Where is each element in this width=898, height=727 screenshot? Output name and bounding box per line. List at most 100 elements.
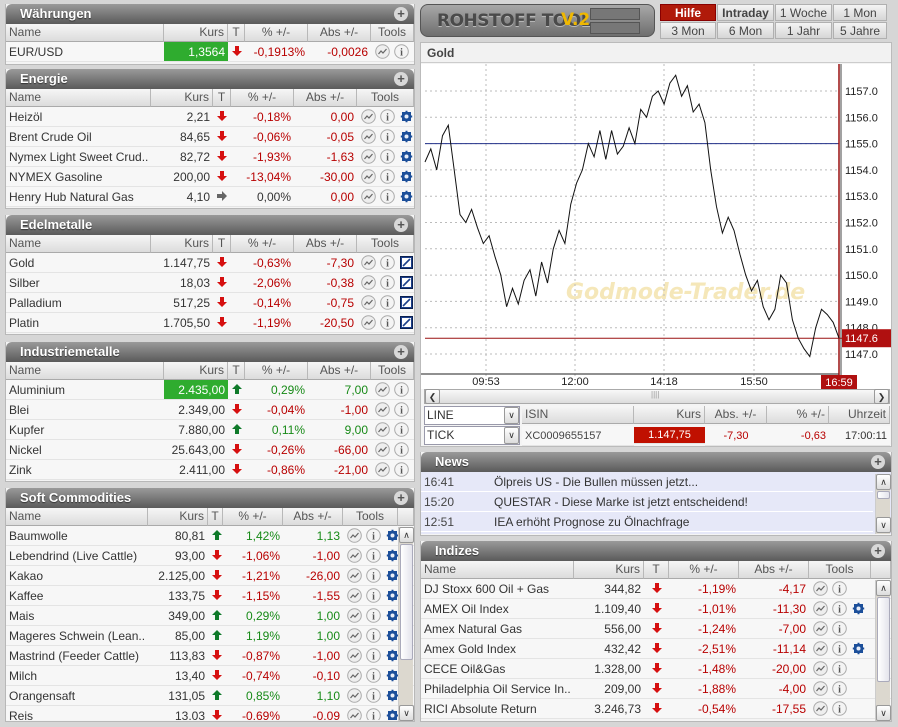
col-trend[interactable]: T xyxy=(228,362,245,380)
col-kurs[interactable]: Kurs xyxy=(574,561,644,579)
info-icon[interactable]: i xyxy=(366,648,381,663)
table-row[interactable]: AMEX Oil Index 1.109,40 -1,01% -11,30 i xyxy=(421,599,891,619)
settings-icon[interactable] xyxy=(399,149,414,164)
col-tools[interactable]: Tools xyxy=(371,24,414,42)
help-button[interactable]: Hilfe xyxy=(660,4,716,21)
col-name[interactable]: Name xyxy=(6,89,151,107)
col-trend[interactable]: T xyxy=(213,89,231,107)
chart-icon[interactable] xyxy=(347,668,362,683)
expand-plus-icon[interactable]: + xyxy=(394,345,408,359)
chart-icon[interactable] xyxy=(375,422,390,437)
scroll-up-button[interactable]: ∧ xyxy=(399,527,414,543)
settings-icon[interactable] xyxy=(851,601,866,616)
range-1-jahr-button[interactable]: 1 Jahr xyxy=(775,22,832,39)
vertical-scrollbar[interactable]: ∧ ∨ xyxy=(398,527,414,721)
expand-plus-icon[interactable]: + xyxy=(394,491,408,505)
chart-icon[interactable] xyxy=(813,601,828,616)
chart-icon[interactable] xyxy=(347,588,362,603)
table-row[interactable]: Zink 2.411,00 -0,86% -21,00 i xyxy=(6,460,414,480)
chart-icon[interactable] xyxy=(347,528,362,543)
table-row[interactable]: Amex Natural Gas 556,00 -1,24% -7,00 i xyxy=(421,619,891,639)
chart-icon[interactable] xyxy=(375,44,390,59)
chart-icon[interactable] xyxy=(347,648,362,663)
col-name[interactable]: Name xyxy=(421,561,574,579)
chart-icon[interactable] xyxy=(375,382,390,397)
col-kurs[interactable]: Kurs xyxy=(151,235,213,253)
news-item[interactable]: 16:41 Ölpreis US - Die Bullen müssen jetz… xyxy=(421,472,873,492)
col-kurs[interactable]: Kurs xyxy=(164,362,228,380)
news-headline[interactable]: IEA erhöht Prognose zu Ölnachfrage xyxy=(494,512,689,532)
info-icon[interactable]: i xyxy=(394,44,409,59)
col-pct[interactable]: % +/- xyxy=(245,362,308,380)
scroll-down-button[interactable]: ∨ xyxy=(876,517,891,533)
info-icon[interactable]: i xyxy=(366,628,381,643)
info-icon[interactable]: i xyxy=(366,688,381,703)
info-icon[interactable]: i xyxy=(832,601,847,616)
table-row[interactable]: Mais 349,00 0,29% 1,00 i xyxy=(6,606,414,626)
col-trend[interactable]: T xyxy=(228,24,245,42)
table-row[interactable]: RICI Absolute Return 3.246,73 -0,54% -17,55… xyxy=(421,699,891,719)
col-pct[interactable]: % +/- xyxy=(231,235,294,253)
info-icon[interactable]: i xyxy=(366,708,381,720)
price-chart[interactable]: Godmode-Trader.de1147.01148.01149.01150.… xyxy=(421,64,891,389)
info-icon[interactable]: i xyxy=(380,169,395,184)
table-row[interactable]: Blei 2.349,00 -0,04% -1,00 i xyxy=(6,400,414,420)
col-abs[interactable]: Abs +/- xyxy=(283,508,343,526)
info-icon[interactable]: i xyxy=(366,568,381,583)
settings-icon[interactable] xyxy=(385,548,398,563)
table-row[interactable]: Milch 13,40 -0,74% -0,10 i xyxy=(6,666,414,686)
table-row[interactable]: DJ Stoxx 600 Oil + Gas 344,82 -1,19% -4,17 i xyxy=(421,579,891,599)
info-icon[interactable]: i xyxy=(832,581,847,596)
table-row[interactable]: Kupfer 7.880,00 0,11% 9,00 i xyxy=(6,420,414,440)
chart-icon[interactable] xyxy=(813,701,828,716)
chart-icon[interactable] xyxy=(361,275,376,290)
info-icon[interactable]: i xyxy=(380,275,395,290)
expand-plus-icon[interactable]: + xyxy=(394,7,408,21)
col-tools[interactable]: Tools xyxy=(343,508,398,526)
chart-icon[interactable] xyxy=(361,315,376,330)
settings-icon[interactable] xyxy=(851,641,866,656)
col-pct[interactable]: % +/- xyxy=(245,24,308,42)
range-3-mon-button[interactable]: 3 Mon xyxy=(660,22,716,39)
info-icon[interactable]: i xyxy=(832,621,847,636)
info-icon[interactable]: i xyxy=(366,548,381,563)
settings-icon[interactable] xyxy=(399,109,414,124)
chart-icon[interactable] xyxy=(361,255,376,270)
edit-icon[interactable] xyxy=(399,295,414,310)
edit-icon[interactable] xyxy=(399,255,414,270)
chevron-down-icon[interactable]: ∨ xyxy=(504,407,519,424)
settings-icon[interactable] xyxy=(385,708,398,720)
chart-icon[interactable] xyxy=(813,681,828,696)
range-5-jahre-button[interactable]: 5 Jahre xyxy=(833,22,887,39)
table-row[interactable]: Philadelphia Oil Service In.. 209,00 -1,88… xyxy=(421,679,891,699)
expand-plus-icon[interactable]: + xyxy=(394,218,408,232)
col-tools[interactable]: Tools xyxy=(371,362,414,380)
info-icon[interactable]: i xyxy=(366,608,381,623)
chart-icon[interactable] xyxy=(813,621,828,636)
settings-icon[interactable] xyxy=(385,688,398,703)
scroll-down-button[interactable]: ∨ xyxy=(876,705,891,721)
table-row[interactable]: Mastrind (Feeder Cattle) 113,83 -0,87% -1,0… xyxy=(6,646,414,666)
col-trend[interactable]: T xyxy=(208,508,223,526)
scroll-left-button[interactable]: ❮ xyxy=(425,389,440,404)
table-row[interactable]: Lebendrind (Live Cattle) 93,00 -1,06% -1,00… xyxy=(6,546,414,566)
news-item[interactable]: 15:20 QUESTAR - Diese Marke ist jetzt ent… xyxy=(421,492,873,512)
col-trend[interactable]: T xyxy=(644,561,669,579)
settings-icon[interactable] xyxy=(385,528,398,543)
info-icon[interactable]: i xyxy=(380,149,395,164)
settings-icon[interactable] xyxy=(399,169,414,184)
col-name[interactable]: Name xyxy=(6,24,164,42)
table-row[interactable]: Platin 1.705,50 -1,19% -20,50 i xyxy=(6,313,414,333)
news-item[interactable]: 12:51 IEA erhöht Prognose zu Ölnachfrage xyxy=(421,512,873,532)
range-6-mon-button[interactable]: 6 Mon xyxy=(717,22,774,39)
chart-icon[interactable] xyxy=(361,169,376,184)
table-row[interactable]: Baumwolle 80,81 1,42% 1,13 i xyxy=(6,526,414,546)
chart-icon[interactable] xyxy=(375,402,390,417)
info-icon[interactable]: i xyxy=(832,701,847,716)
info-icon[interactable]: i xyxy=(380,255,395,270)
col-abs[interactable]: Abs +/- xyxy=(308,24,371,42)
settings-icon[interactable] xyxy=(385,588,398,603)
col-kurs[interactable]: Kurs xyxy=(151,89,213,107)
chart-icon[interactable] xyxy=(361,149,376,164)
table-row[interactable]: NYMEX Gasoline 200,00 -13,04% -30,00 i xyxy=(6,167,414,187)
